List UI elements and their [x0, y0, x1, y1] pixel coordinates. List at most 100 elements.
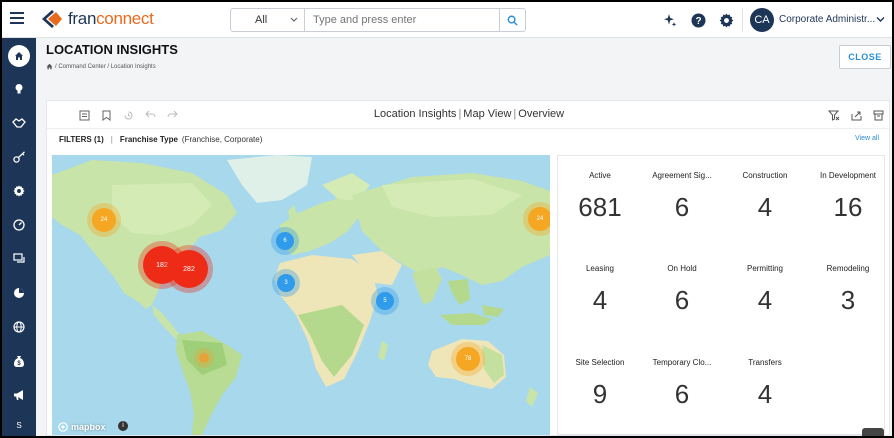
stat-tile[interactable]: In Development 16	[806, 171, 890, 223]
stat-label: Active	[589, 171, 611, 180]
map-cluster-dot[interactable]: 24	[92, 208, 116, 232]
filters-separator: |	[110, 134, 113, 144]
stat-value: 4	[757, 379, 773, 409]
help-icon[interactable]: ?	[690, 12, 706, 28]
user-menu-chevron-icon[interactable]	[876, 16, 885, 23]
filter-name: Franchise Type	[119, 134, 178, 144]
map-cluster-dot[interactable]: 78	[456, 347, 480, 371]
stat-tile[interactable]: Site Selection 9	[558, 358, 642, 410]
sidebar-item-marketing[interactable]	[2, 380, 36, 410]
stat-label: Permitting	[746, 264, 783, 273]
app-window: franconnect All ? CA Corporate Administr…	[2, 2, 892, 436]
gauge-icon	[13, 219, 25, 231]
svg-text:?: ?	[695, 16, 701, 27]
home-icon	[8, 45, 30, 67]
left-sidebar: $ S	[2, 38, 36, 436]
stat-value: 4	[757, 192, 773, 222]
sidebar-item-s[interactable]: S	[2, 414, 36, 436]
stat-tile[interactable]: Remodeling 3	[806, 264, 890, 316]
sidebar-item-deals[interactable]	[2, 108, 36, 138]
undo-icon[interactable]	[143, 108, 157, 122]
search-scope-select[interactable]: All	[231, 9, 305, 31]
megaphone-icon	[13, 390, 23, 400]
stat-value: 681	[578, 192, 622, 222]
stat-label: Remodeling	[826, 264, 870, 273]
avatar-initials: CA	[754, 14, 770, 26]
sidebar-item-global[interactable]	[2, 312, 36, 342]
archive-icon[interactable]	[871, 108, 885, 122]
search-scope-value: All	[255, 14, 268, 26]
stat-label: Leasing	[585, 264, 615, 273]
settings-gear-icon[interactable]	[718, 12, 734, 28]
sidebar-item-performance[interactable]	[2, 210, 36, 240]
insights-panel: Location Insights | Map View | Overview FILT…	[46, 100, 891, 436]
global-search: All	[230, 8, 526, 32]
mapbox-logo[interactable]: mapbox	[58, 422, 106, 432]
sidebar-item-finance[interactable]: $	[2, 346, 36, 376]
stat-label: Construction	[742, 171, 788, 180]
mapbox-logo-text: mapbox	[71, 422, 106, 432]
stat-label: On Hold	[667, 264, 697, 273]
sidebar-item-messages[interactable]	[2, 244, 36, 274]
map-info-icon[interactable]: i	[118, 421, 128, 431]
stat-tile[interactable]: Active 681	[558, 171, 642, 223]
map-cluster-dot[interactable]: 282	[170, 250, 208, 288]
export-icon[interactable]	[849, 108, 863, 122]
stat-label: In Development	[819, 171, 877, 180]
search-icon	[507, 15, 518, 26]
breadcrumb-path[interactable]: / Command Center / Location Insights	[55, 64, 156, 70]
view-title-overview: Overview	[518, 108, 565, 120]
key-icon	[12, 151, 25, 163]
sidebar-item-settings[interactable]	[2, 176, 36, 206]
sidebar-item-insights[interactable]	[2, 74, 36, 104]
logo-text-connect: connect	[96, 9, 154, 28]
stat-tile[interactable]: On Hold 6	[640, 264, 724, 316]
mapbox-icon	[58, 422, 68, 432]
bookmark-icon[interactable]	[99, 108, 113, 122]
map-cluster-dot[interactable]: 5	[376, 292, 394, 310]
stat-tile[interactable]: Construction 4	[723, 171, 807, 223]
sidebar-item-access[interactable]	[2, 142, 36, 172]
top-header: franconnect All ? CA Corporate Administr…	[2, 2, 892, 38]
sparkle-icon[interactable]	[662, 12, 678, 28]
map-cluster-count: 282	[183, 265, 195, 273]
map-cluster-dot[interactable]: 3	[277, 274, 295, 292]
stat-tile[interactable]: Leasing 4	[558, 264, 642, 316]
map-cluster-dot[interactable]: 24	[528, 207, 550, 231]
map-cluster-dot[interactable]: 6	[276, 232, 294, 250]
location-map[interactable]: 24 182 282 6 3 5 78 24 mapbox i	[52, 155, 550, 435]
chevron-down-icon	[290, 17, 298, 22]
filters-count[interactable]: FILTERS (1)	[59, 135, 104, 144]
history-icon[interactable]	[121, 108, 135, 122]
logo-text: franconnect	[68, 9, 154, 29]
user-name[interactable]: Corporate Administr...	[779, 14, 875, 25]
close-button[interactable]: CLOSE	[839, 45, 891, 69]
table-view-icon[interactable]	[77, 108, 91, 122]
stat-tile[interactable]: Permitting 4	[723, 264, 807, 316]
breadcrumb-home-icon[interactable]	[46, 63, 53, 70]
redo-icon[interactable]	[165, 108, 179, 122]
view-all-link[interactable]: View all	[855, 135, 879, 142]
stat-tile[interactable]: Agreement Sig... 6	[640, 171, 724, 223]
search-button[interactable]	[499, 9, 525, 31]
franconnect-logo[interactable]: franconnect	[40, 8, 154, 30]
sidebar-item-home[interactable]	[2, 41, 36, 71]
stat-tile[interactable]: Temporary Clo... 6	[640, 358, 724, 410]
stat-value: 4	[592, 285, 608, 315]
stat-value: 6	[674, 285, 690, 315]
bulb-icon	[15, 84, 23, 94]
status-stats-grid: Active 681 Agreement Sig... 6 Construction 4 I…	[557, 155, 885, 435]
sidebar-item-reports[interactable]	[2, 278, 36, 308]
breadcrumb: / Command Center / Location Insights	[46, 63, 156, 70]
user-avatar[interactable]: CA	[750, 8, 774, 32]
search-input[interactable]	[305, 9, 499, 31]
map-cluster-dot[interactable]	[199, 353, 209, 363]
stat-value: 16	[833, 192, 863, 222]
logo-text-fran: fran	[68, 9, 97, 28]
menu-icon[interactable]	[10, 12, 24, 24]
filter-icon[interactable]	[827, 108, 841, 122]
stat-tile[interactable]: Transfers 4	[723, 358, 807, 410]
corner-toggle-button[interactable]	[862, 428, 884, 436]
money-bag-icon: $	[14, 355, 24, 367]
map-cluster-count: 24	[100, 217, 108, 223]
